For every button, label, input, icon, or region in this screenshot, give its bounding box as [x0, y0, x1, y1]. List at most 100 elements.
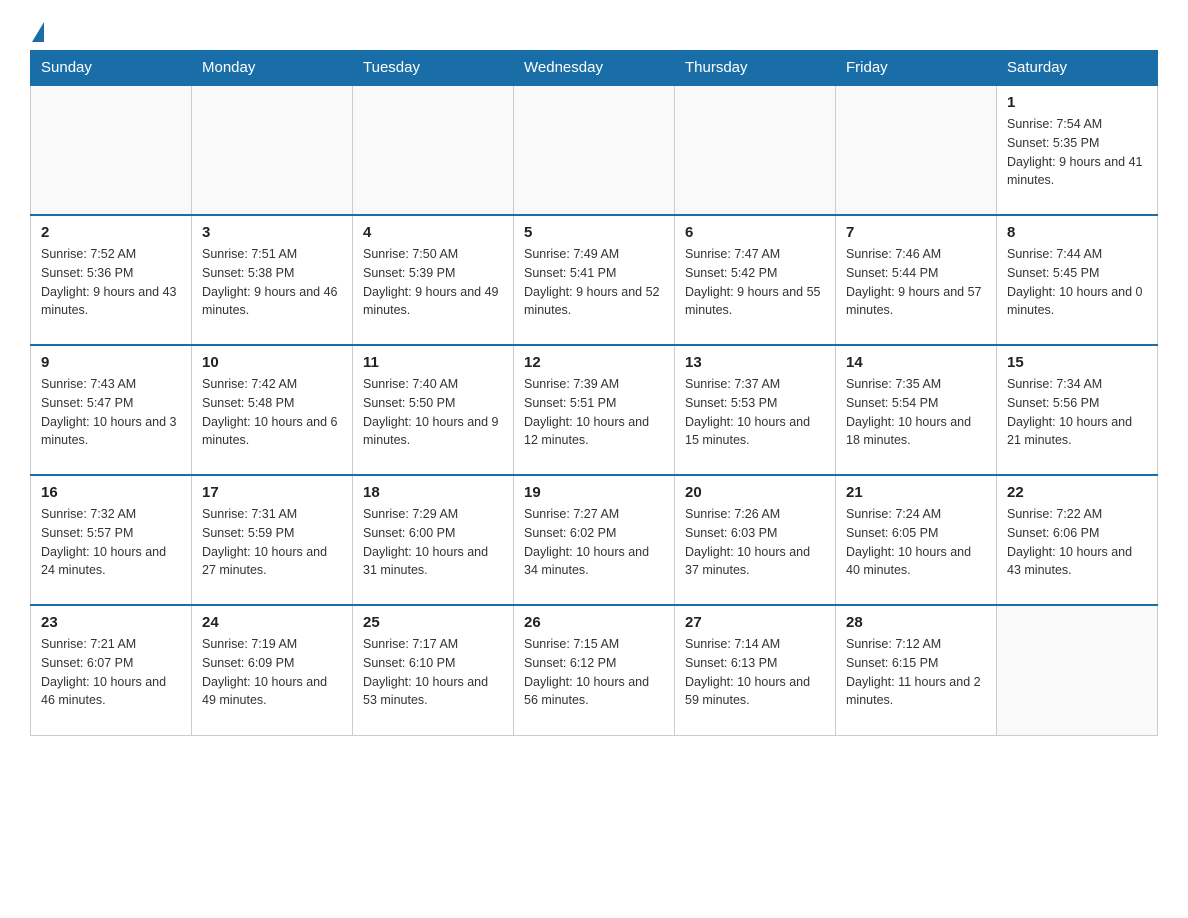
- day-number: 10: [202, 354, 342, 371]
- calendar-header-saturday: Saturday: [997, 51, 1158, 86]
- calendar-cell: 27 Sunrise: 7:14 AMSunset: 6:13 PMDayligh…: [675, 605, 836, 735]
- calendar-cell: 7 Sunrise: 7:46 AMSunset: 5:44 PMDaylight…: [836, 215, 997, 345]
- calendar-cell: 17 Sunrise: 7:31 AMSunset: 5:59 PMDayligh…: [192, 475, 353, 605]
- calendar-cell: 16Sunrise: 7:32 AMSunset: 5:57 PMDayligh…: [31, 475, 192, 605]
- day-info: Sunrise: 7:47 AMSunset: 5:42 PMDaylight:…: [685, 245, 825, 320]
- calendar-header-row: SundayMondayTuesdayWednesdayThursdayFrid…: [31, 51, 1158, 86]
- calendar-week-row: 1 Sunrise: 7:54 AMSunset: 5:35 PMDaylight…: [31, 85, 1158, 215]
- day-info: Sunrise: 7:15 AMSunset: 6:12 PMDaylight:…: [524, 635, 664, 710]
- day-number: 18: [363, 484, 503, 501]
- day-info: Sunrise: 7:21 AMSunset: 6:07 PMDaylight:…: [41, 635, 181, 710]
- day-info: Sunrise: 7:44 AMSunset: 5:45 PMDaylight:…: [1007, 245, 1147, 320]
- day-info: Sunrise: 7:17 AMSunset: 6:10 PMDaylight:…: [363, 635, 503, 710]
- calendar-cell: [514, 85, 675, 215]
- day-info: Sunrise: 7:37 AMSunset: 5:53 PMDaylight:…: [685, 375, 825, 450]
- day-number: 13: [685, 354, 825, 371]
- calendar-cell: 2Sunrise: 7:52 AMSunset: 5:36 PMDaylight…: [31, 215, 192, 345]
- calendar-header-thursday: Thursday: [675, 51, 836, 86]
- day-info: Sunrise: 7:54 AMSunset: 5:35 PMDaylight:…: [1007, 115, 1147, 190]
- page-header: [30, 20, 1158, 40]
- calendar-cell: 26 Sunrise: 7:15 AMSunset: 6:12 PMDayligh…: [514, 605, 675, 735]
- day-info: Sunrise: 7:14 AMSunset: 6:13 PMDaylight:…: [685, 635, 825, 710]
- calendar-cell: [31, 85, 192, 215]
- calendar-week-row: 23 Sunrise: 7:21 AMSunset: 6:07 PMDayligh…: [31, 605, 1158, 735]
- calendar-cell: 6 Sunrise: 7:47 AMSunset: 5:42 PMDaylight…: [675, 215, 836, 345]
- day-number: 23: [41, 614, 181, 631]
- day-number: 15: [1007, 354, 1147, 371]
- day-info: Sunrise: 7:42 AMSunset: 5:48 PMDaylight:…: [202, 375, 342, 450]
- day-info: Sunrise: 7:26 AMSunset: 6:03 PMDaylight:…: [685, 505, 825, 580]
- day-number: 4: [363, 224, 503, 241]
- day-number: 22: [1007, 484, 1147, 501]
- day-info: Sunrise: 7:43 AMSunset: 5:47 PMDaylight:…: [41, 375, 181, 450]
- day-number: 3: [202, 224, 342, 241]
- day-number: 6: [685, 224, 825, 241]
- day-info: Sunrise: 7:49 AMSunset: 5:41 PMDaylight:…: [524, 245, 664, 320]
- day-info: Sunrise: 7:31 AMSunset: 5:59 PMDaylight:…: [202, 505, 342, 580]
- calendar-cell: 22 Sunrise: 7:22 AMSunset: 6:06 PMDayligh…: [997, 475, 1158, 605]
- day-info: Sunrise: 7:40 AMSunset: 5:50 PMDaylight:…: [363, 375, 503, 450]
- calendar-cell: [675, 85, 836, 215]
- day-number: 1: [1007, 94, 1147, 111]
- day-number: 7: [846, 224, 986, 241]
- day-info: Sunrise: 7:39 AMSunset: 5:51 PMDaylight:…: [524, 375, 664, 450]
- logo-triangle-icon: [32, 22, 44, 42]
- day-info: Sunrise: 7:50 AMSunset: 5:39 PMDaylight:…: [363, 245, 503, 320]
- day-number: 5: [524, 224, 664, 241]
- day-number: 28: [846, 614, 986, 631]
- calendar-cell: 19 Sunrise: 7:27 AMSunset: 6:02 PMDayligh…: [514, 475, 675, 605]
- day-info: Sunrise: 7:29 AMSunset: 6:00 PMDaylight:…: [363, 505, 503, 580]
- day-number: 27: [685, 614, 825, 631]
- calendar-week-row: 9 Sunrise: 7:43 AMSunset: 5:47 PMDaylight…: [31, 345, 1158, 475]
- day-info: Sunrise: 7:51 AMSunset: 5:38 PMDaylight:…: [202, 245, 342, 320]
- day-info: Sunrise: 7:24 AMSunset: 6:05 PMDaylight:…: [846, 505, 986, 580]
- calendar-cell: 13 Sunrise: 7:37 AMSunset: 5:53 PMDayligh…: [675, 345, 836, 475]
- calendar-week-row: 2Sunrise: 7:52 AMSunset: 5:36 PMDaylight…: [31, 215, 1158, 345]
- calendar-cell: 21 Sunrise: 7:24 AMSunset: 6:05 PMDayligh…: [836, 475, 997, 605]
- day-number: 24: [202, 614, 342, 631]
- day-number: 26: [524, 614, 664, 631]
- day-info: Sunrise: 7:19 AMSunset: 6:09 PMDaylight:…: [202, 635, 342, 710]
- calendar-table: SundayMondayTuesdayWednesdayThursdayFrid…: [30, 50, 1158, 736]
- calendar-cell: 1 Sunrise: 7:54 AMSunset: 5:35 PMDaylight…: [997, 85, 1158, 215]
- calendar-cell: 20 Sunrise: 7:26 AMSunset: 6:03 PMDayligh…: [675, 475, 836, 605]
- calendar-cell: 11 Sunrise: 7:40 AMSunset: 5:50 PMDayligh…: [353, 345, 514, 475]
- day-number: 2: [41, 224, 181, 241]
- calendar-cell: 14 Sunrise: 7:35 AMSunset: 5:54 PMDayligh…: [836, 345, 997, 475]
- day-info: Sunrise: 7:46 AMSunset: 5:44 PMDaylight:…: [846, 245, 986, 320]
- calendar-cell: [997, 605, 1158, 735]
- calendar-cell: 28 Sunrise: 7:12 AMSunset: 6:15 PMDayligh…: [836, 605, 997, 735]
- day-number: 20: [685, 484, 825, 501]
- calendar-cell: 4 Sunrise: 7:50 AMSunset: 5:39 PMDaylight…: [353, 215, 514, 345]
- calendar-header-friday: Friday: [836, 51, 997, 86]
- calendar-header-monday: Monday: [192, 51, 353, 86]
- calendar-cell: 5 Sunrise: 7:49 AMSunset: 5:41 PMDaylight…: [514, 215, 675, 345]
- calendar-cell: 8 Sunrise: 7:44 AMSunset: 5:45 PMDaylight…: [997, 215, 1158, 345]
- calendar-header-sunday: Sunday: [31, 51, 192, 86]
- calendar-week-row: 16Sunrise: 7:32 AMSunset: 5:57 PMDayligh…: [31, 475, 1158, 605]
- day-info: Sunrise: 7:27 AMSunset: 6:02 PMDaylight:…: [524, 505, 664, 580]
- day-info: Sunrise: 7:12 AMSunset: 6:15 PMDaylight:…: [846, 635, 986, 710]
- day-number: 21: [846, 484, 986, 501]
- day-number: 11: [363, 354, 503, 371]
- day-info: Sunrise: 7:35 AMSunset: 5:54 PMDaylight:…: [846, 375, 986, 450]
- calendar-header-wednesday: Wednesday: [514, 51, 675, 86]
- day-number: 14: [846, 354, 986, 371]
- calendar-cell: 25 Sunrise: 7:17 AMSunset: 6:10 PMDayligh…: [353, 605, 514, 735]
- day-number: 17: [202, 484, 342, 501]
- logo: [30, 20, 44, 40]
- calendar-cell: 18 Sunrise: 7:29 AMSunset: 6:00 PMDayligh…: [353, 475, 514, 605]
- day-info: Sunrise: 7:32 AMSunset: 5:57 PMDaylight:…: [41, 505, 181, 580]
- calendar-cell: 24 Sunrise: 7:19 AMSunset: 6:09 PMDayligh…: [192, 605, 353, 735]
- calendar-cell: [836, 85, 997, 215]
- calendar-cell: 15Sunrise: 7:34 AMSunset: 5:56 PMDayligh…: [997, 345, 1158, 475]
- day-info: Sunrise: 7:22 AMSunset: 6:06 PMDaylight:…: [1007, 505, 1147, 580]
- day-number: 8: [1007, 224, 1147, 241]
- day-number: 9: [41, 354, 181, 371]
- day-number: 19: [524, 484, 664, 501]
- calendar-header-tuesday: Tuesday: [353, 51, 514, 86]
- calendar-cell: 12 Sunrise: 7:39 AMSunset: 5:51 PMDayligh…: [514, 345, 675, 475]
- day-number: 25: [363, 614, 503, 631]
- calendar-cell: [353, 85, 514, 215]
- day-number: 12: [524, 354, 664, 371]
